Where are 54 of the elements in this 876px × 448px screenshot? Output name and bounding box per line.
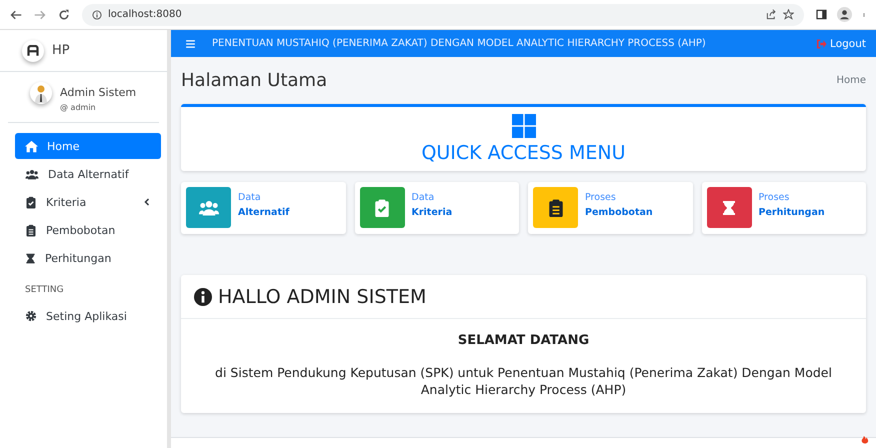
flame-icon <box>860 433 870 444</box>
sidebar-icon[interactable] <box>816 9 827 20</box>
home-icon <box>25 140 38 152</box>
card-caption: Data <box>412 192 436 203</box>
avatar-icon <box>30 82 52 104</box>
sidebar-item[interactable]: Kriteria <box>15 189 161 215</box>
card-title: Pembobotan <box>585 207 653 218</box>
quick-access-card[interactable]: Proses Perhitungan <box>702 182 866 234</box>
user-name: Admin Sistem <box>60 86 136 99</box>
clipboard-check-icon <box>373 196 391 218</box>
info-icon <box>194 288 212 306</box>
back-icon[interactable] <box>10 8 22 20</box>
sidebar-item[interactable]: Home <box>15 133 161 159</box>
menu-icon[interactable] <box>185 38 196 48</box>
quick-access-title: QUICK ACCESS MENU <box>421 142 626 164</box>
card-title: Alternatif <box>238 207 290 218</box>
gear-icon <box>25 310 37 322</box>
caret-left-icon <box>143 198 151 206</box>
grid-icon <box>510 114 536 138</box>
page-title: Halaman Utama <box>181 70 328 90</box>
logout-link[interactable]: Logout <box>816 38 866 50</box>
welcome-title: HALLO ADMIN SISTEM <box>218 286 426 308</box>
sidebar-item[interactable]: Seting Aplikasi <box>15 303 161 329</box>
card-title: Kriteria <box>412 207 452 218</box>
clipboard-list-icon <box>546 196 564 218</box>
address-bar[interactable]: localhost:8080 <box>82 4 804 26</box>
welcome-heading: SELAMAT DATANG <box>458 333 590 348</box>
user-handle: @ admin <box>60 103 97 112</box>
quick-access-card[interactable]: Proses Pembobotan <box>528 182 692 234</box>
breadcrumb[interactable]: Home <box>836 74 866 86</box>
profile-icon[interactable] <box>837 7 852 22</box>
quick-access-card[interactable]: Data Kriteria <box>354 182 519 234</box>
card-caption: Proses <box>585 192 617 203</box>
sidebar-item[interactable]: Pembobotan <box>15 217 161 243</box>
sidebar-item[interactable]: Data Alternatif <box>15 161 161 187</box>
clipboard-list-icon <box>25 224 37 236</box>
app-title: PENENTUAN MUSTAHIQ (PENERIMA ZAKAT) DENGAN MODEL ANALYTIC HIERARCHY PROCESS (AHP) <box>212 38 707 49</box>
share-icon[interactable] <box>766 9 777 20</box>
logo-icon <box>22 40 44 62</box>
info-icon <box>92 10 102 20</box>
card-caption: Data <box>238 192 262 203</box>
brand-name: HP <box>52 43 70 58</box>
quick-access-card[interactable]: Data Alternatif <box>181 182 346 234</box>
sign-out-icon <box>816 38 828 48</box>
sidebar-item[interactable]: Perhitungan <box>15 245 161 271</box>
clipboard-check-icon <box>25 196 37 208</box>
users-icon <box>25 168 39 180</box>
star-icon[interactable] <box>783 9 794 20</box>
welcome-text: di Sistem Pendukung Keputusan (SPK) untuk Penentuan Mustahiq (Penerima Zakat) Dengan Model Analytic Hierarchy Process (AHP) <box>214 365 833 399</box>
card-caption: Proses <box>758 192 790 203</box>
hourglass-icon <box>25 252 36 264</box>
reload-icon[interactable] <box>58 8 70 20</box>
section-label: SETTING <box>24 284 65 297</box>
card-title: Perhitungan <box>758 207 825 218</box>
